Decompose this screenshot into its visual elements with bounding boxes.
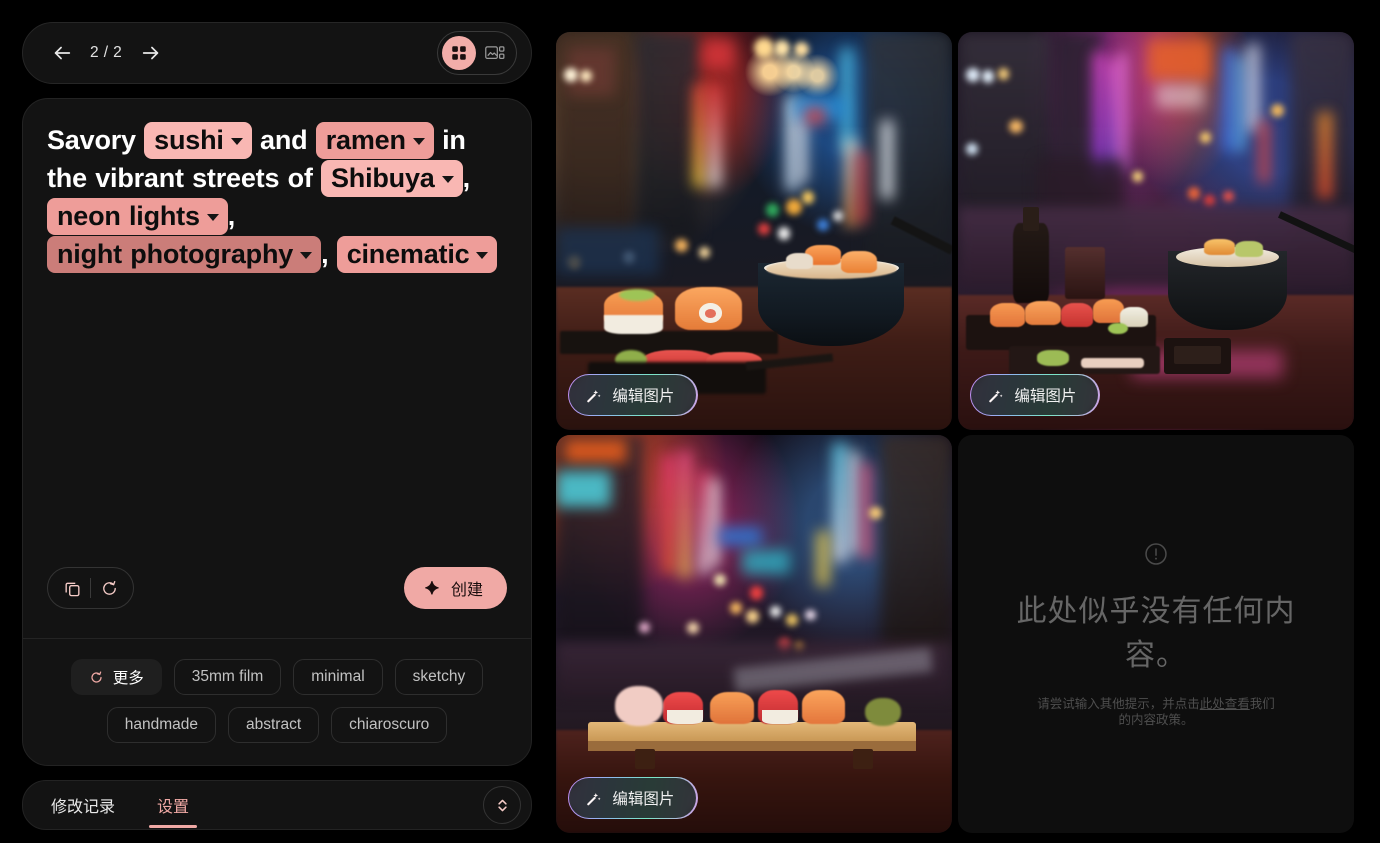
image-detail-icon (485, 46, 505, 60)
edit-image-label: 编辑图片 (612, 388, 675, 405)
bottom-tab-bar: 修改记录 设置 (22, 780, 532, 830)
refresh-icon (91, 671, 102, 683)
navigation-bar: 2 / 2 (22, 22, 532, 84)
prompt-comma: , (462, 163, 471, 193)
prompt-filler (47, 273, 507, 560)
prompt-word: and (260, 125, 308, 155)
image-generation-app: 2 / 2 Savory sushi and ramen in the vibr… (0, 0, 1380, 843)
detail-view-button[interactable] (478, 36, 512, 70)
suggestion-chip[interactable]: minimal (293, 659, 383, 695)
prompt-tool-group (47, 567, 134, 609)
refresh-icon[interactable] (91, 570, 127, 606)
suggestion-more-button[interactable]: 更多 (70, 659, 162, 695)
suggestion-more-label: 更多 (112, 670, 144, 687)
result-tile-3[interactable]: 编辑图片 (556, 435, 952, 833)
expand-collapse-button[interactable] (483, 786, 521, 824)
magic-wand-icon (587, 389, 601, 402)
prompt-editor[interactable]: Savory sushi and ramen in the vibrant st… (23, 99, 531, 560)
prompt-word: Savory (47, 125, 136, 155)
chip-label: ramen (325, 125, 406, 155)
prompt-text: Savory sushi and ramen in the vibrant st… (47, 121, 507, 273)
chevron-down-icon (441, 176, 454, 183)
results-grid: 编辑图片 编辑图片 编辑图片 此处似乎没有任何内容。 请尝试输入其他提示，并点击… (532, 0, 1380, 843)
edit-image-button-1[interactable]: 编辑图片 (568, 374, 698, 416)
suggestion-chip[interactable]: chiaroscuro (331, 707, 448, 743)
edit-image-label: 编辑图片 (612, 791, 675, 808)
grid-icon (452, 46, 466, 60)
chip-label: night photography (57, 239, 294, 269)
result-tile-4-empty: 此处似乎没有任何内容。 请尝试输入其他提示，并点击此处查看我们的内容政策。 (958, 435, 1354, 833)
tab-settings[interactable]: 设置 (149, 780, 198, 830)
empty-state-subtitle: 请尝试输入其他提示，并点击此处查看我们的内容政策。 (1036, 696, 1276, 728)
left-panel: 2 / 2 Savory sushi and ramen in the vibr… (0, 0, 532, 843)
chip-label: cinematic (346, 239, 470, 269)
prompt-chip-shibuya[interactable]: Shibuya (320, 160, 463, 197)
sparkle-icon (425, 580, 439, 595)
chevron-down-icon (300, 252, 313, 259)
create-button[interactable]: 创建 (403, 567, 507, 609)
prompt-action-bar: 创建 (23, 560, 531, 638)
view-mode-toggle (437, 31, 517, 75)
magic-wand-icon (989, 389, 1003, 402)
prompt-comma: , (321, 239, 329, 269)
chevron-down-icon (206, 214, 219, 221)
edit-image-button-3[interactable]: 编辑图片 (568, 777, 698, 819)
generated-image-1 (556, 32, 952, 430)
chevron-down-icon (476, 252, 489, 259)
suggestion-chip[interactable]: handmade (106, 707, 216, 743)
arrow-left-icon[interactable] (47, 38, 77, 68)
grid-view-button[interactable] (442, 36, 476, 70)
edit-image-button-2[interactable]: 编辑图片 (970, 374, 1100, 416)
prompt-card: Savory sushi and ramen in the vibrant st… (22, 98, 532, 766)
suggestion-chip[interactable]: sketchy (394, 659, 484, 695)
chip-label: Shibuya (330, 163, 435, 193)
page-counter: 2 / 2 (90, 44, 123, 61)
result-tile-2[interactable]: 编辑图片 (958, 32, 1354, 430)
chevron-up-down-icon (497, 799, 507, 811)
chevron-down-icon (230, 138, 243, 145)
generated-image-2 (958, 32, 1354, 430)
copy-icon[interactable] (54, 570, 90, 606)
suggestion-chip[interactable]: abstract (228, 707, 320, 743)
magic-wand-icon (587, 792, 601, 805)
chevron-down-icon (412, 138, 425, 145)
generated-image-3 (556, 435, 952, 833)
arrow-right-icon[interactable] (136, 38, 166, 68)
create-button-label: 创建 (450, 582, 483, 599)
suggestion-area: 更多 35mm film minimal sketchy handmade ab… (23, 638, 531, 765)
suggestion-row-2: handmade abstract chiaroscuro (106, 707, 448, 743)
alert-circle-icon (1143, 541, 1169, 572)
prompt-chip-neon-lights[interactable]: neon lights (47, 198, 228, 235)
prompt-chip-ramen[interactable]: ramen (315, 122, 434, 159)
tab-history[interactable]: 修改记录 (47, 780, 119, 830)
prompt-comma: , (227, 201, 236, 231)
prompt-chip-night-photography[interactable]: night photography (47, 236, 322, 273)
prompt-chip-cinematic[interactable]: cinematic (336, 236, 498, 273)
result-tile-1[interactable]: 编辑图片 (556, 32, 952, 430)
prompt-chip-sushi[interactable]: sushi (144, 122, 252, 159)
edit-image-label: 编辑图片 (1014, 388, 1077, 405)
empty-state-title: 此处似乎没有任何内容。 (1016, 594, 1296, 672)
chip-label: neon lights (57, 201, 200, 231)
chip-label: sushi (154, 125, 224, 155)
content-policy-link[interactable]: 此处查看 (1200, 697, 1250, 711)
suggestion-row-1: 更多 35mm film minimal sketchy (70, 659, 484, 695)
suggestion-chip[interactable]: 35mm film (173, 659, 282, 695)
empty-sub-before: 请尝试输入其他提示，并点击 (1037, 696, 1200, 711)
